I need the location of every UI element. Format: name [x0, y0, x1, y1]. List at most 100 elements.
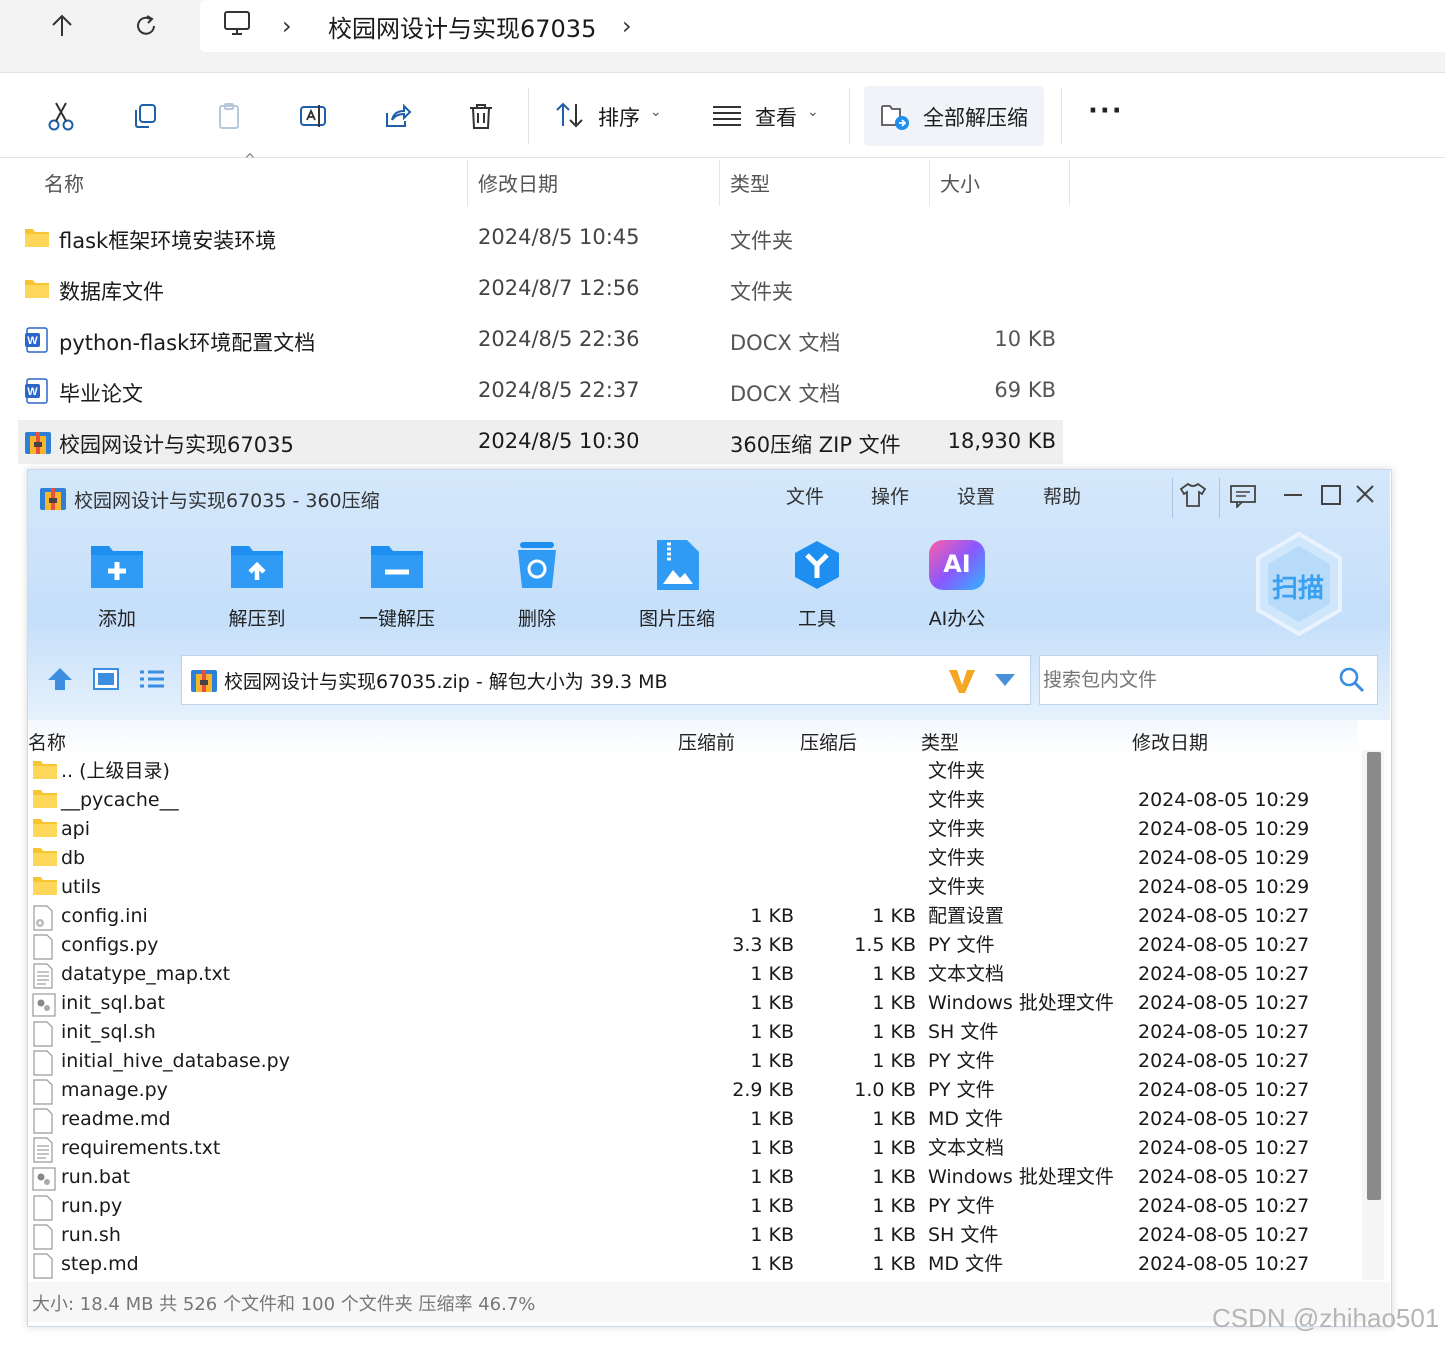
minimize-icon[interactable]	[1284, 494, 1302, 496]
file-row-selected[interactable]: 校园网设计与实现67035 2024/8/5 10:30 360压缩 ZIP 文…	[18, 420, 1063, 464]
up-level-arrow-icon[interactable]	[46, 666, 74, 692]
zip-file-row[interactable]: run.py 1 KB 1 KB PY 文件 2024-08-05 10:27	[30, 1192, 1360, 1221]
zip-file-row[interactable]: configs.py 3.3 KB 1.5 KB PY 文件 2024-08-05 10…	[30, 931, 1360, 960]
zip-file-name: step.md	[61, 1253, 139, 1275]
paste-icon[interactable]	[209, 96, 249, 136]
zip-file-type: 文件夹	[928, 789, 986, 811]
menu-file[interactable]: 文件	[786, 482, 824, 509]
zip-file-row[interactable]: run.bat 1 KB 1 KB Windows 批处理文件 2024-08-05 1…	[30, 1163, 1360, 1192]
column-header-name[interactable]: 名称	[44, 168, 84, 197]
view-button[interactable]: 查看	[755, 102, 797, 132]
one-click-extract-button[interactable]: 一键解压	[337, 604, 457, 631]
tools-button[interactable]: 工具	[757, 604, 877, 631]
zip-file-size-before: 1 KB	[750, 1224, 794, 1246]
zip-column-header-modified[interactable]: 修改日期	[1132, 728, 1208, 755]
delete-button[interactable]: 删除	[477, 604, 597, 631]
zip-column-header-type[interactable]: 类型	[921, 728, 959, 755]
column-header-size[interactable]: 大小	[940, 168, 980, 197]
copy-icon[interactable]	[125, 96, 165, 136]
sort-button[interactable]: 排序	[598, 102, 640, 132]
computer-icon[interactable]	[222, 8, 252, 42]
file-size: 10 KB	[994, 327, 1056, 351]
chevron-right-icon[interactable]: ›	[622, 12, 632, 40]
zip-file-row[interactable]: readme.md 1 KB 1 KB MD 文件 2024-08-05 10:27	[30, 1105, 1360, 1134]
view-list-icon[interactable]	[712, 104, 742, 132]
menu-settings[interactable]: 设置	[957, 482, 995, 509]
column-separator[interactable]	[929, 160, 930, 206]
zip-file-row[interactable]: utils 文件夹 2024-08-05 10:29	[30, 873, 1360, 902]
zip-file-row[interactable]: config.ini 1 KB 1 KB 配置设置 2024-08-05 10:27	[30, 902, 1360, 931]
column-separator[interactable]	[1069, 160, 1070, 206]
zip-file-name: run.bat	[61, 1166, 131, 1188]
feedback-message-icon[interactable]	[1229, 484, 1257, 508]
scrollbar-thumb[interactable]	[1367, 752, 1381, 1200]
close-icon[interactable]	[1355, 484, 1375, 504]
dropdown-triangle-icon[interactable]	[994, 673, 1016, 687]
file-row[interactable]: flask框架环境安装环境 2024/8/5 10:45 文件夹	[18, 216, 1063, 260]
zip-file-row[interactable]: init_sql.sh 1 KB 1 KB SH 文件 2024-08-05 10:27	[30, 1018, 1360, 1047]
column-header-modified[interactable]: 修改日期	[478, 168, 558, 197]
extract-folder-icon[interactable]	[880, 100, 912, 136]
column-separator[interactable]	[467, 160, 468, 206]
ai-office-icon[interactable]: AI	[929, 540, 985, 590]
add-button[interactable]: 添加	[57, 604, 177, 631]
file-row[interactable]: W 毕业论文 2024/8/5 22:37 DOCX 文档 69 KB	[18, 369, 1063, 413]
share-icon[interactable]	[377, 96, 417, 136]
one-click-extract-icon[interactable]	[369, 540, 425, 590]
maximize-icon[interactable]	[1321, 485, 1341, 505]
ai-office-button[interactable]: AI办公	[897, 604, 1017, 631]
zip-file-row[interactable]: requirements.txt 1 KB 1 KB 文本文档 2024-08-05 1…	[30, 1134, 1360, 1163]
search-icon[interactable]	[1338, 666, 1366, 694]
view-details-icon[interactable]	[93, 668, 119, 690]
image-compress-button[interactable]: 图片压缩	[617, 604, 737, 631]
up-arrow-icon[interactable]	[42, 8, 82, 44]
column-header-type[interactable]: 类型	[730, 168, 770, 197]
folder-icon	[32, 876, 58, 905]
search-input[interactable]	[1041, 664, 1325, 696]
zip-file-row[interactable]: run.sh 1 KB 1 KB SH 文件 2024-08-05 10:27	[30, 1221, 1360, 1250]
zip-file-modified: 2024-08-05 10:29	[1138, 847, 1310, 869]
more-options-icon[interactable]: ···	[1088, 96, 1124, 126]
refresh-icon[interactable]	[126, 8, 166, 44]
zip-file-row[interactable]: db 文件夹 2024-08-05 10:29	[30, 844, 1360, 873]
zip-file-row[interactable]: step.md 1 KB 1 KB MD 文件 2024-08-05 10:27	[30, 1250, 1360, 1279]
title-separator	[1219, 478, 1220, 518]
extract-to-button[interactable]: 解压到	[197, 604, 317, 631]
zip-file-row[interactable]: .. (上级目录) 文件夹	[30, 757, 1360, 786]
extract-all-label[interactable]: 全部解压缩	[923, 102, 1028, 132]
zip-column-header-after[interactable]: 压缩后	[800, 728, 857, 755]
menu-help[interactable]: 帮助	[1043, 482, 1081, 509]
rename-icon[interactable]	[293, 96, 333, 136]
view-list-icon[interactable]	[139, 669, 165, 689]
zip-file-size-after: 1 KB	[872, 1253, 916, 1275]
column-separator[interactable]	[719, 160, 720, 206]
zip-file-row[interactable]: manage.py 2.9 KB 1.0 KB PY 文件 2024-08-05 10:…	[30, 1076, 1360, 1105]
scan-label[interactable]: 扫描	[1272, 568, 1324, 605]
sort-icon[interactable]	[554, 100, 586, 134]
recycle-bin-icon[interactable]	[509, 540, 565, 590]
svg-text:W: W	[27, 335, 38, 347]
delete-icon[interactable]	[461, 96, 501, 136]
chevron-right-icon[interactable]: ›	[282, 12, 292, 40]
zip-file-row[interactable]: api 文件夹 2024-08-05 10:29	[30, 815, 1360, 844]
add-folder-icon[interactable]	[89, 540, 145, 590]
zip-column-header-before[interactable]: 压缩前	[678, 728, 735, 755]
v-logo-icon[interactable]	[947, 668, 977, 694]
zip-file-row[interactable]: __pycache__ 文件夹 2024-08-05 10:29	[30, 786, 1360, 815]
zip-file-row[interactable]: datatype_map.txt 1 KB 1 KB 文本文档 2024-08-05 1…	[30, 960, 1360, 989]
chevron-down-icon[interactable]: ⌄	[807, 104, 819, 120]
zip-file-name: datatype_map.txt	[61, 963, 231, 985]
image-compress-icon[interactable]	[649, 540, 705, 590]
cut-icon[interactable]	[41, 96, 81, 136]
breadcrumb-current-folder[interactable]: 校园网设计与实现67035	[328, 9, 596, 44]
menu-operation[interactable]: 操作	[871, 482, 909, 509]
file-row[interactable]: W python-flask环境配置文档 2024/8/5 22:36 DOCX…	[18, 318, 1063, 362]
tools-icon[interactable]	[789, 540, 845, 590]
zip-file-row[interactable]: initial_hive_database.py 1 KB 1 KB PY 文件 202…	[30, 1047, 1360, 1076]
zip-file-row[interactable]: init_sql.bat 1 KB 1 KB Windows 批处理文件 2024-08…	[30, 989, 1360, 1018]
file-row[interactable]: 数据库文件 2024/8/7 12:56 文件夹	[18, 267, 1063, 311]
zip-column-header-name[interactable]: 名称	[28, 728, 66, 755]
chevron-down-icon[interactable]: ⌄	[650, 104, 662, 120]
extract-to-icon[interactable]	[229, 540, 285, 590]
skin-shirt-icon[interactable]	[1179, 482, 1207, 508]
